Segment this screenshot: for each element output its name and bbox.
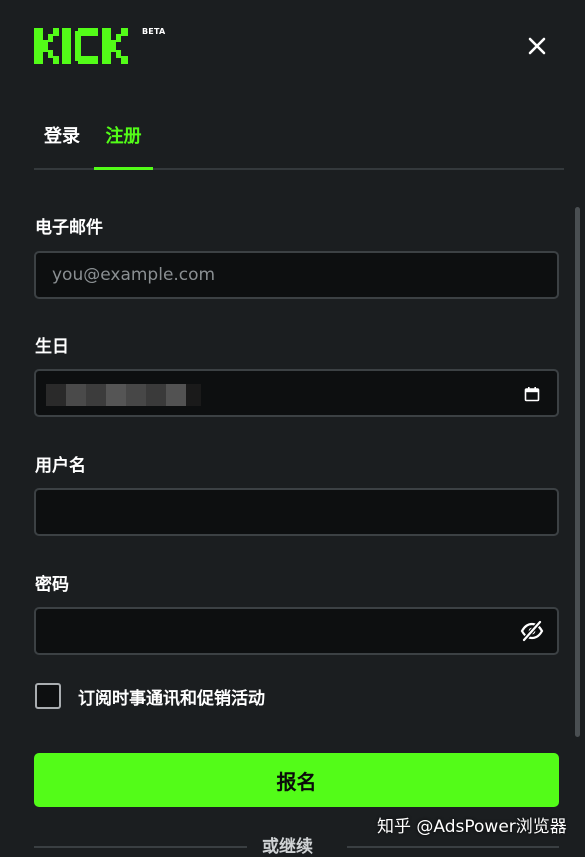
calendar-icon (524, 387, 540, 402)
active-tab-indicator (94, 167, 153, 170)
password-label: 密码 (35, 575, 69, 595)
signup-submit-button[interactable]: 报名 (34, 753, 559, 807)
username-input[interactable] (34, 488, 559, 536)
kick-logo (34, 28, 144, 64)
eye-off-icon (520, 620, 544, 642)
divider-line-right (347, 846, 559, 848)
watermark: 知乎 @AdsPower浏览器 (377, 817, 567, 837)
password-input[interactable] (34, 607, 559, 655)
scrollbar[interactable] (575, 207, 580, 737)
tab-login[interactable]: 登录 (34, 112, 94, 170)
username-label: 用户名 (35, 456, 86, 476)
email-label: 电子邮件 (35, 218, 103, 238)
calendar-button[interactable] (521, 383, 543, 405)
toggle-password-visibility-button[interactable] (518, 618, 546, 644)
signup-modal: BETA 登录 注册 电子邮件 生日 用户名 密码 (0, 0, 585, 857)
birthday-value-obscured (46, 384, 201, 406)
newsletter-checkbox[interactable] (35, 683, 61, 709)
divider-line-left (34, 846, 247, 848)
close-button[interactable] (522, 31, 552, 61)
birthday-label: 生日 (35, 337, 69, 357)
close-icon (528, 37, 546, 55)
beta-badge: BETA (142, 27, 166, 36)
divider-text: 或继续 (262, 837, 313, 857)
tab-signup[interactable]: 注册 (94, 112, 153, 170)
auth-tabs: 登录 注册 (34, 112, 564, 170)
newsletter-label[interactable]: 订阅时事通讯和促销活动 (78, 684, 265, 709)
email-input[interactable] (34, 251, 559, 299)
